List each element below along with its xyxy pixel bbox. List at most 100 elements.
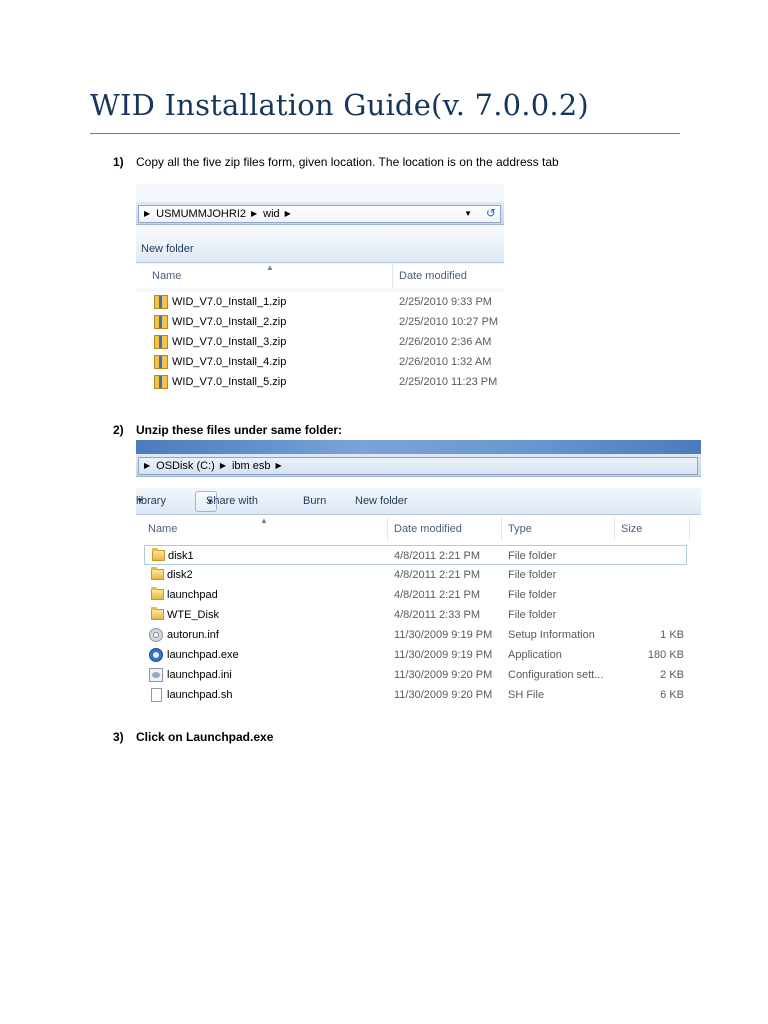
chevron-down-icon: ▼: [136, 496, 144, 505]
column-name[interactable]: Name: [148, 517, 177, 541]
file-type: File folder: [508, 550, 557, 562]
file-row[interactable]: autorun.inf 11/30/2009 9:19 PM Setup Inf…: [136, 625, 701, 645]
column-divider[interactable]: [501, 517, 502, 541]
chevron-down-icon: ▼: [206, 497, 214, 506]
breadcrumb-arrow-icon[interactable]: ▶: [220, 458, 226, 474]
address-field[interactable]: ▶ OSDisk (C:) ▶ ibm esb ▶: [138, 457, 698, 475]
column-date-modified[interactable]: Date modified: [394, 517, 462, 541]
breadcrumb-arrow-icon[interactable]: ▶: [144, 458, 150, 474]
file-row[interactable]: launchpad.sh 11/30/2009 9:20 PM SH File …: [136, 685, 701, 705]
setup-info-icon: [149, 628, 163, 642]
file-name: disk1: [168, 550, 194, 562]
file-type: File folder: [508, 569, 557, 581]
zip-archive-icon: [154, 335, 168, 349]
step-number: 3): [113, 730, 124, 744]
burn-button[interactable]: Burn: [303, 488, 326, 514]
file-name: WID_V7.0_Install_1.zip: [172, 296, 287, 308]
file-size: 1 KB: [660, 629, 684, 641]
breadcrumb-item[interactable]: wid: [263, 208, 280, 220]
file-size: 180 KB: [647, 649, 684, 661]
file-type: Setup Information: [508, 629, 595, 641]
file-date: 11/30/2009 9:19 PM: [394, 629, 493, 641]
history-dropdown-icon[interactable]: ▼: [464, 206, 472, 222]
breadcrumb-arrow-icon[interactable]: ▶: [276, 458, 282, 474]
file-type: Application: [508, 649, 562, 661]
file-date: 2/25/2010 11:23 PM: [399, 376, 498, 388]
file-row[interactable]: disk2 4/8/2011 2:21 PM File folder: [136, 565, 701, 585]
refresh-icon[interactable]: ↺: [486, 205, 496, 221]
file-row[interactable]: launchpad.exe 11/30/2009 9:19 PM Applica…: [136, 645, 701, 665]
share-with-button[interactable]: Share with ▼: [195, 491, 258, 512]
step-number: 1): [113, 155, 124, 169]
application-icon: [149, 648, 163, 662]
file-date: 11/30/2009 9:20 PM: [394, 689, 493, 701]
file-date: 4/8/2011 2:21 PM: [394, 569, 481, 581]
file-size: 6 KB: [660, 689, 684, 701]
file-name: disk2: [167, 569, 193, 581]
file-name: launchpad: [167, 589, 218, 601]
folder-icon: [152, 548, 165, 561]
breadcrumb-item[interactable]: OSDisk (C:): [156, 460, 215, 472]
file-row[interactable]: WTE_Disk 4/8/2011 2:33 PM File folder: [136, 605, 701, 625]
file-name: WTE_Disk: [167, 609, 219, 621]
column-type[interactable]: Type: [508, 517, 532, 541]
column-date-modified[interactable]: Date modified: [399, 264, 467, 288]
file-date: 11/30/2009 9:19 PM: [394, 649, 493, 661]
file-name: launchpad.exe: [167, 649, 239, 661]
column-name[interactable]: Name: [152, 264, 181, 288]
address-bar: ▶ USMUMMJOHRI2 ▶ wid ▶ ▼ ↺: [136, 202, 504, 225]
document-title: WID Installation Guide(v. 7.0.0.2): [90, 88, 589, 122]
zip-archive-icon: [154, 375, 168, 389]
folder-icon: [151, 587, 164, 600]
file-date: 2/25/2010 9:33 PM: [399, 296, 492, 308]
title-underline: [90, 133, 680, 134]
file-date: 4/8/2011 2:33 PM: [394, 609, 481, 621]
zip-archive-icon: [154, 295, 168, 309]
step-text: Unzip these files under same folder:: [136, 423, 343, 437]
breadcrumb-arrow-icon[interactable]: ▶: [251, 206, 257, 222]
file-row[interactable]: launchpad 4/8/2011 2:21 PM File folder: [136, 585, 701, 605]
folder-icon: [151, 567, 164, 580]
breadcrumb-item[interactable]: USMUMMJOHRI2: [156, 208, 246, 220]
column-divider[interactable]: [387, 517, 388, 541]
file-type: SH File: [508, 689, 545, 701]
file-name: WID_V7.0_Install_5.zip: [172, 376, 287, 388]
column-size[interactable]: Size: [621, 517, 642, 541]
new-folder-button[interactable]: New folder: [355, 488, 408, 514]
step-number: 2): [113, 423, 124, 437]
column-divider[interactable]: [614, 517, 615, 541]
file-row[interactable]: WID_V7.0_Install_3.zip 2/26/2010 2:36 AM: [136, 332, 504, 352]
file-row[interactable]: launchpad.ini 11/30/2009 9:20 PM Configu…: [136, 665, 701, 685]
breadcrumb-arrow-icon[interactable]: ▶: [144, 206, 150, 222]
explorer-screenshot-zip-files: ▶ USMUMMJOHRI2 ▶ wid ▶ ▼ ↺ New folder Name ▲…: [136, 184, 504, 408]
address-bar: ▶ OSDisk (C:) ▶ ibm esb ▶: [136, 454, 701, 477]
file-row[interactable]: WID_V7.0_Install_1.zip 2/25/2010 9:33 PM: [136, 292, 504, 312]
breadcrumb-arrow-icon[interactable]: ▶: [285, 206, 291, 222]
file-name: WID_V7.0_Install_4.zip: [172, 356, 287, 368]
new-folder-button[interactable]: New folder: [141, 236, 194, 262]
file-name: launchpad.sh: [167, 689, 233, 701]
file-row[interactable]: WID_V7.0_Install_2.zip 2/25/2010 10:27 P…: [136, 312, 504, 332]
file-row[interactable]: WID_V7.0_Install_4.zip 2/26/2010 1:32 AM: [136, 352, 504, 372]
folder-icon: [151, 607, 164, 620]
step-3: 3) Click on Launchpad.exe: [113, 730, 273, 744]
command-toolbar: New folder: [136, 236, 504, 263]
sort-ascending-icon: ▲: [266, 263, 274, 272]
config-file-icon: [149, 668, 163, 682]
explorer-screenshot-unzipped-folder: ▶ OSDisk (C:) ▶ ibm esb ▶ library ▼ Share wi…: [136, 440, 701, 708]
column-divider[interactable]: [689, 517, 690, 541]
file-name: autorun.inf: [167, 629, 219, 641]
address-field[interactable]: ▶ USMUMMJOHRI2 ▶ wid ▶ ▼ ↺: [138, 205, 501, 223]
file-type: File folder: [508, 609, 557, 621]
file-icon: [151, 688, 162, 702]
file-date: 11/30/2009 9:20 PM: [394, 669, 493, 681]
file-date: 4/8/2011 2:21 PM: [394, 550, 481, 562]
step-text: Click on Launchpad.exe: [136, 730, 274, 744]
sort-ascending-icon: ▲: [260, 516, 268, 525]
breadcrumb-item[interactable]: ibm esb: [232, 460, 271, 472]
file-row-selected[interactable]: disk1 4/8/2011 2:21 PM File folder: [144, 545, 687, 565]
command-toolbar: library ▼ Share with ▼ Burn New folder: [136, 488, 701, 515]
file-row[interactable]: WID_V7.0_Install_5.zip 2/25/2010 11:23 P…: [136, 372, 504, 392]
file-date: 4/8/2011 2:21 PM: [394, 589, 481, 601]
column-divider[interactable]: [392, 264, 393, 288]
